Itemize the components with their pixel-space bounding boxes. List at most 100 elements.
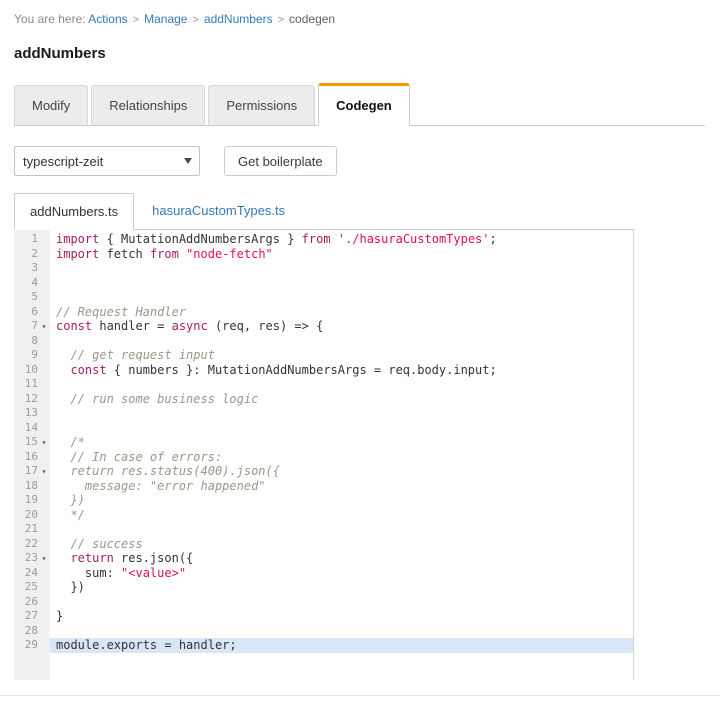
code-line-21[interactable] xyxy=(50,522,633,537)
fold-arrow-icon[interactable]: ▾ xyxy=(38,551,50,566)
fold-arrow-icon[interactable]: ▾ xyxy=(38,319,50,334)
code-line-25[interactable]: }) xyxy=(50,580,633,595)
file-tab-addnumbers-ts[interactable]: addNumbers.ts xyxy=(14,193,134,230)
line-number: 24 xyxy=(25,566,38,581)
line-number: 25 xyxy=(25,580,38,595)
gutter-line: 16 xyxy=(14,450,50,465)
tab-codegen[interactable]: Codegen xyxy=(318,83,410,126)
gutter-line: 28 xyxy=(14,624,50,639)
code-line-4[interactable] xyxy=(50,276,633,291)
gutter-line[interactable]: 15▾ xyxy=(14,435,50,450)
code-line-23[interactable]: return res.json({ xyxy=(50,551,633,566)
fold-spacer xyxy=(38,348,50,363)
fold-spacer xyxy=(38,377,50,392)
line-number: 13 xyxy=(25,406,38,421)
fold-spacer xyxy=(38,305,50,320)
gutter-line: 1 xyxy=(14,232,50,247)
line-number: 27 xyxy=(25,609,38,624)
code-line-27[interactable]: } xyxy=(50,609,633,624)
gutter-line[interactable]: 17▾ xyxy=(14,464,50,479)
gutter-line: 10 xyxy=(14,363,50,378)
fold-spacer xyxy=(38,392,50,407)
code-line-12[interactable]: // run some business logic xyxy=(50,392,633,407)
gutter-line: 12 xyxy=(14,392,50,407)
breadcrumb-separator: > xyxy=(278,14,284,26)
gutter-line: 25 xyxy=(14,580,50,595)
line-number: 9 xyxy=(31,348,38,363)
gutter-line: 21 xyxy=(14,522,50,537)
bottom-divider xyxy=(0,695,720,696)
fold-arrow-icon[interactable]: ▾ xyxy=(38,464,50,479)
line-number: 12 xyxy=(25,392,38,407)
gutter-line: 4 xyxy=(14,276,50,291)
fold-spacer xyxy=(38,363,50,378)
fold-spacer xyxy=(38,276,50,291)
line-number: 11 xyxy=(25,377,38,392)
code-line-14[interactable] xyxy=(50,421,633,436)
code-line-26[interactable] xyxy=(50,595,633,610)
breadcrumb-prefix: You are here: xyxy=(14,12,88,26)
code-line-18[interactable]: message: "error happened" xyxy=(50,479,633,494)
code-line-20[interactable]: */ xyxy=(50,508,633,523)
get-boilerplate-button[interactable]: Get boilerplate xyxy=(224,146,337,176)
code-line-15[interactable]: /* xyxy=(50,435,633,450)
code-line-17[interactable]: return res.status(400).json({ xyxy=(50,464,633,479)
fold-spacer xyxy=(38,624,50,639)
framework-select-wrapper: typescript-zeit xyxy=(14,146,200,176)
code-line-11[interactable] xyxy=(50,377,633,392)
tab-modify[interactable]: Modify xyxy=(14,85,88,125)
file-tab-hasuracustomtypes-ts[interactable]: hasuraCustomTypes.ts xyxy=(134,193,303,229)
codegen-toolbar: typescript-zeit Get boilerplate xyxy=(14,146,705,176)
line-number: 18 xyxy=(25,479,38,494)
code-line-10[interactable]: const { numbers }: MutationAddNumbersArg… xyxy=(50,363,633,378)
codegen-page: You are here: Actions>Manage>addNumbers>… xyxy=(0,0,720,696)
gutter-line: 24 xyxy=(14,566,50,581)
tab-relationships[interactable]: Relationships xyxy=(91,85,205,125)
line-number: 14 xyxy=(25,421,38,436)
gutter-line: 20 xyxy=(14,508,50,523)
code-line-22[interactable]: // success xyxy=(50,537,633,552)
code-line-19[interactable]: }) xyxy=(50,493,633,508)
code-line-1[interactable]: import { MutationAddNumbersArgs } from '… xyxy=(50,232,633,247)
line-number: 1 xyxy=(31,232,38,247)
breadcrumb-separator: > xyxy=(133,14,139,26)
code-line-3[interactable] xyxy=(50,261,633,276)
line-number: 20 xyxy=(25,508,38,523)
fold-spacer xyxy=(38,247,50,262)
code-line-8[interactable] xyxy=(50,334,633,349)
line-number: 6 xyxy=(31,305,38,320)
action-tabs: Modify Relationships Permissions Codegen xyxy=(14,83,705,126)
code-line-16[interactable]: // In case of errors: xyxy=(50,450,633,465)
breadcrumb-link-manage[interactable]: Manage xyxy=(144,12,187,26)
code-line-7[interactable]: const handler = async (req, res) => { xyxy=(50,319,633,334)
fold-spacer xyxy=(38,522,50,537)
gutter-line: 6 xyxy=(14,305,50,320)
fold-spacer xyxy=(38,609,50,624)
tab-permissions[interactable]: Permissions xyxy=(208,85,315,125)
fold-spacer xyxy=(38,493,50,508)
fold-spacer xyxy=(38,450,50,465)
breadcrumb-link-addnumbers[interactable]: addNumbers xyxy=(204,12,273,26)
framework-select[interactable]: typescript-zeit xyxy=(14,146,200,176)
fold-spacer xyxy=(38,595,50,610)
fold-arrow-icon[interactable]: ▾ xyxy=(38,435,50,450)
gutter-line: 27 xyxy=(14,609,50,624)
code-line-28[interactable] xyxy=(50,624,633,639)
fold-spacer xyxy=(38,566,50,581)
breadcrumb-link-actions[interactable]: Actions xyxy=(88,12,127,26)
line-number: 22 xyxy=(25,537,38,552)
code-line-2[interactable]: import fetch from "node-fetch" xyxy=(50,247,633,262)
code-line-29[interactable]: module.exports = handler; xyxy=(50,638,633,653)
code-line-24[interactable]: sum: "<value>" xyxy=(50,566,633,581)
code-editor[interactable]: 1234567▾89101112131415▾1617▾181920212223… xyxy=(14,230,634,680)
code-line-5[interactable] xyxy=(50,290,633,305)
gutter-line[interactable]: 7▾ xyxy=(14,319,50,334)
gutter-line[interactable]: 23▾ xyxy=(14,551,50,566)
code-line-13[interactable] xyxy=(50,406,633,421)
editor-code: import { MutationAddNumbersArgs } from '… xyxy=(50,230,633,680)
gutter-line: 11 xyxy=(14,377,50,392)
fold-spacer xyxy=(38,537,50,552)
code-line-9[interactable]: // get request input xyxy=(50,348,633,363)
code-line-6[interactable]: // Request Handler xyxy=(50,305,633,320)
gutter-line: 14 xyxy=(14,421,50,436)
